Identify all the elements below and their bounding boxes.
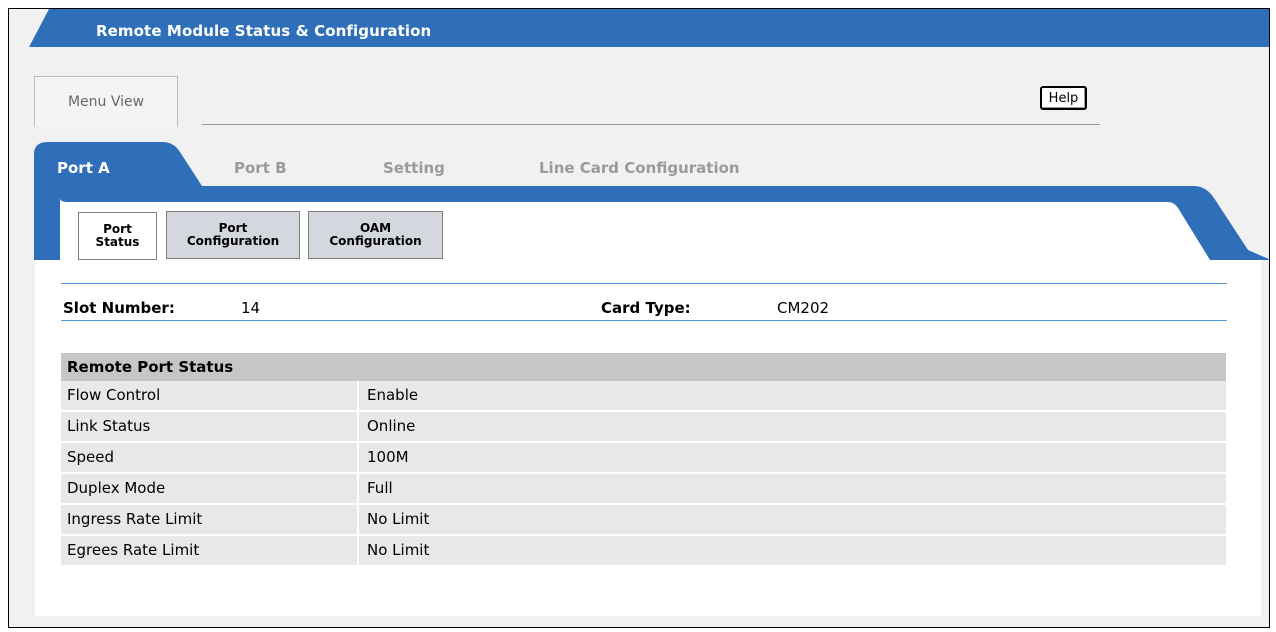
table-row: Egrees Rate Limit No Limit xyxy=(61,536,1226,567)
subtab-oam-configuration-line2: Configuration xyxy=(329,234,422,248)
tab-setting[interactable]: Setting xyxy=(383,159,445,177)
subtab-port-configuration-line2: Configuration xyxy=(186,234,280,248)
table-row: Ingress Rate Limit No Limit xyxy=(61,505,1226,536)
table-row: Link Status Online xyxy=(61,412,1226,443)
subtab-oam-configuration[interactable]: OAM Configuration xyxy=(308,211,443,259)
card-type-label: Card Type: xyxy=(601,299,691,317)
row-value: No Limit xyxy=(367,510,430,528)
subtab-port-status[interactable]: Port Status xyxy=(78,212,157,260)
row-value: No Limit xyxy=(367,541,430,559)
table-header: Remote Port Status xyxy=(61,353,1226,381)
table-row: Duplex Mode Full xyxy=(61,474,1226,505)
menu-divider xyxy=(202,124,1100,125)
menu-view-label: Menu View xyxy=(67,94,145,110)
row-value: Enable xyxy=(367,386,419,404)
table-row: Flow Control Enable xyxy=(61,381,1226,412)
page-frame: Remote Module Status & Configuration Men… xyxy=(8,8,1271,628)
row-label: Flow Control xyxy=(61,381,359,410)
title-bar: Remote Module Status & Configuration xyxy=(9,9,1269,47)
menu-view-tab[interactable]: Menu View xyxy=(34,76,178,127)
row-label: Duplex Mode xyxy=(61,474,359,503)
row-value: Online xyxy=(367,417,416,435)
remote-port-status-table: Remote Port Status Flow Control Enable L… xyxy=(61,353,1226,567)
row-value: Full xyxy=(367,479,393,497)
tab-port-a[interactable]: Port A xyxy=(57,159,110,177)
row-label: Ingress Rate Limit xyxy=(61,505,359,534)
row-label: Speed xyxy=(61,443,359,472)
page-title: Remote Module Status & Configuration xyxy=(96,22,432,40)
tab-port-b[interactable]: Port B xyxy=(234,159,287,177)
row-value: 100M xyxy=(367,448,409,466)
subtab-port-status-line2: Status xyxy=(95,235,140,249)
card-type-value: CM202 xyxy=(777,299,830,317)
subtab-port-configuration[interactable]: Port Configuration xyxy=(166,211,300,259)
table-row: Speed 100M xyxy=(61,443,1226,474)
row-label: Egrees Rate Limit xyxy=(61,536,359,565)
help-button[interactable]: Help xyxy=(1040,86,1087,110)
tab-line-card-configuration[interactable]: Line Card Configuration xyxy=(539,159,740,177)
row-label: Link Status xyxy=(61,412,359,441)
info-top-divider xyxy=(61,283,1227,284)
slot-number-value: 14 xyxy=(241,299,261,317)
slot-number-label: Slot Number: xyxy=(63,299,175,317)
info-bottom-divider xyxy=(61,320,1227,321)
